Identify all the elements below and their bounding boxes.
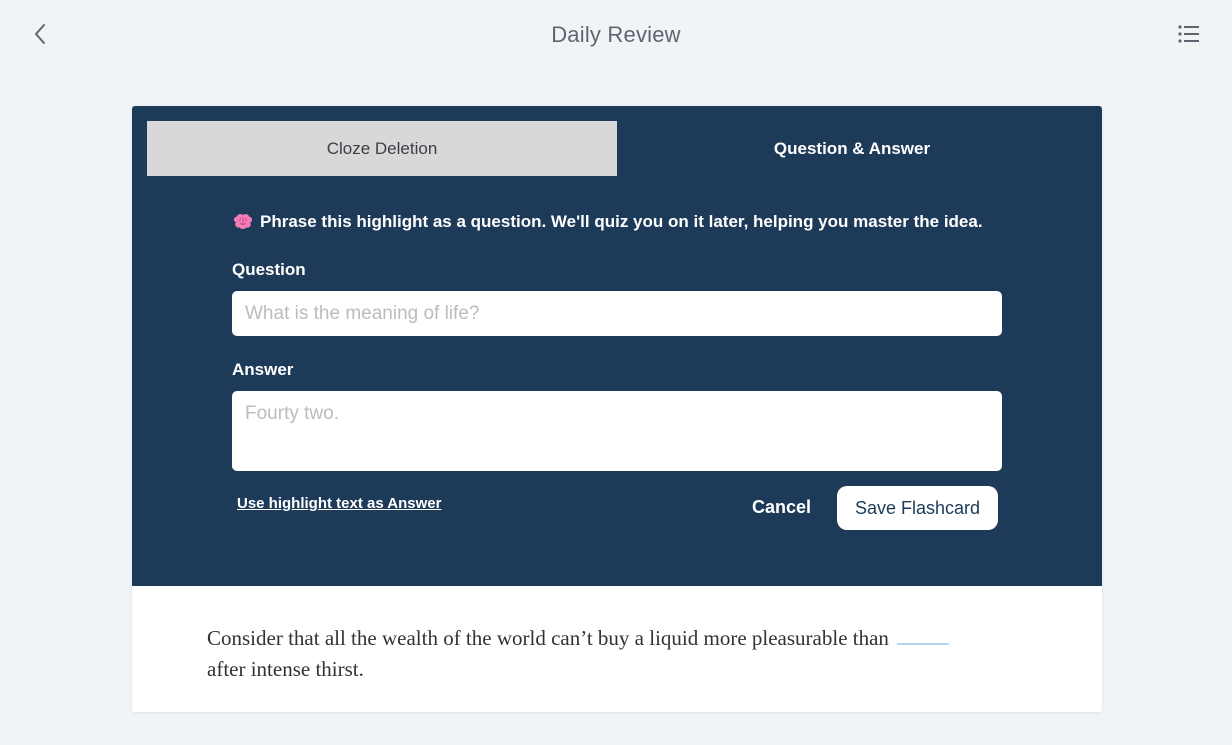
answer-label: Answer: [232, 360, 294, 379]
page-title: Daily Review: [551, 22, 681, 47]
save-flashcard-button[interactable]: Save Flashcard: [837, 486, 998, 530]
passage-text-before: Consider that all the wealth of the worl…: [207, 626, 889, 650]
question-input[interactable]: [232, 291, 1002, 336]
instruction-label: Phrase this highlight as a question. We'…: [260, 212, 983, 231]
list-icon: [1178, 24, 1200, 49]
mode-tabs: Cloze Deletion Question & Answer: [147, 121, 1087, 176]
passage-text-after: after intense thirst.: [207, 657, 364, 681]
tab-question-answer[interactable]: Question & Answer: [617, 121, 1087, 176]
menu-button[interactable]: [1176, 22, 1202, 50]
flashcard-editor: Cloze Deletion Question & Answer Phrase …: [132, 106, 1102, 586]
use-highlight-as-answer-link[interactable]: Use highlight text as Answer: [237, 495, 442, 512]
highlight-passage: Consider that all the wealth of the worl…: [207, 623, 1037, 685]
top-bar: Daily Review: [0, 0, 1232, 72]
cloze-blank: [897, 625, 950, 645]
tab-cloze-deletion[interactable]: Cloze Deletion: [147, 121, 617, 176]
review-card: Cloze Deletion Question & Answer Phrase …: [132, 106, 1102, 712]
brain-icon: [232, 213, 254, 231]
cancel-button[interactable]: Cancel: [752, 497, 811, 518]
instruction-text: Phrase this highlight as a question. We'…: [232, 212, 1032, 232]
answer-input[interactable]: [232, 391, 1002, 471]
question-label: Question: [232, 260, 306, 279]
